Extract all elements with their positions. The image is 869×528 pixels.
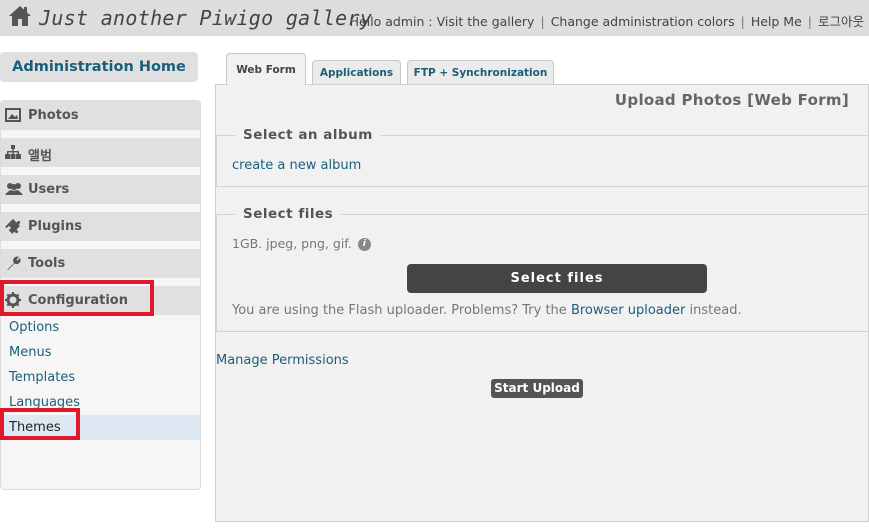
- config-templates-link[interactable]: Templates: [1, 365, 200, 390]
- select-files-legend: Select files: [235, 206, 342, 222]
- select-files-fieldset: Select files 1GB. jpeg, png, gif. i Selec…: [216, 206, 869, 332]
- manage-permissions-link[interactable]: Manage Permissions: [216, 353, 349, 368]
- menu-albums[interactable]: 앨범: [1, 138, 200, 167]
- flash-note-prefix: You are using the Flash uploader. Proble…: [232, 303, 567, 318]
- tab-ftp-sync[interactable]: FTP + Synchronization: [407, 60, 554, 84]
- home-icon[interactable]: [8, 5, 32, 31]
- info-icon[interactable]: i: [357, 238, 371, 251]
- administration-home-button[interactable]: Administration Home: [0, 52, 198, 82]
- menu-albums-label: 앨범: [28, 149, 52, 164]
- help-link[interactable]: Help Me: [751, 14, 802, 29]
- menu-configuration[interactable]: Configuration: [1, 286, 200, 315]
- change-colors-link[interactable]: Change administration colors: [551, 14, 735, 29]
- start-upload-button[interactable]: Start Upload: [491, 379, 583, 398]
- tab-web-form[interactable]: Web Form: [226, 53, 306, 85]
- select-files-button[interactable]: Select files: [407, 264, 707, 293]
- config-languages-link[interactable]: Languages: [1, 390, 200, 415]
- photos-icon: [5, 107, 21, 123]
- create-album-link[interactable]: create a new album: [232, 158, 361, 173]
- logout-link[interactable]: 로그아웃: [818, 14, 864, 29]
- select-album-legend: Select an album: [235, 127, 381, 143]
- top-bar: Just another Piwigo gallery Hello admin …: [0, 0, 869, 36]
- main-content: Upload Photos [Web Form] Select an album…: [215, 84, 869, 522]
- albums-icon: [5, 144, 21, 160]
- menu-plugins[interactable]: Plugins: [1, 212, 200, 241]
- file-limits-line: 1GB. jpeg, png, gif. i: [232, 236, 371, 251]
- menu-tools[interactable]: Tools: [1, 249, 200, 278]
- page-title: Upload Photos [Web Form]: [614, 91, 849, 109]
- browser-uploader-link[interactable]: Browser uploader: [571, 303, 685, 318]
- gear-icon: [5, 292, 21, 308]
- menu-tools-label: Tools: [28, 256, 66, 271]
- users-icon: [5, 181, 23, 197]
- config-themes-link[interactable]: Themes: [1, 415, 200, 440]
- config-menus-link[interactable]: Menus: [1, 340, 200, 365]
- menu-configuration-label: Configuration: [28, 293, 128, 308]
- tools-icon: [5, 255, 21, 271]
- select-album-fieldset: Select an album create a new album: [216, 127, 869, 187]
- tab-applications[interactable]: Applications: [312, 60, 401, 84]
- flash-uploader-note: You are using the Flash uploader. Proble…: [232, 303, 742, 318]
- gallery-title[interactable]: Just another Piwigo gallery: [39, 6, 372, 30]
- visit-gallery-link[interactable]: Visit the gallery: [437, 14, 535, 29]
- configuration-submenu: Options Menus Templates Languages Themes: [1, 315, 200, 440]
- flash-note-suffix: instead.: [689, 303, 742, 318]
- menu-users[interactable]: Users: [1, 175, 200, 204]
- greeting-text: Hello admin :: [349, 14, 433, 29]
- header-links: Hello admin : Visit the gallery | Change a…: [349, 14, 864, 29]
- menu-users-label: Users: [28, 182, 70, 197]
- menu-photos-label: Photos: [28, 108, 79, 123]
- menu-photos[interactable]: Photos: [1, 101, 200, 130]
- admin-menu: Photos 앨범 Users Plugins Tools Configurat…: [0, 100, 201, 490]
- config-options-link[interactable]: Options: [1, 315, 200, 340]
- plugins-icon: [5, 218, 21, 234]
- file-limits-text: 1GB. jpeg, png, gif.: [232, 236, 352, 251]
- menu-plugins-label: Plugins: [28, 219, 82, 234]
